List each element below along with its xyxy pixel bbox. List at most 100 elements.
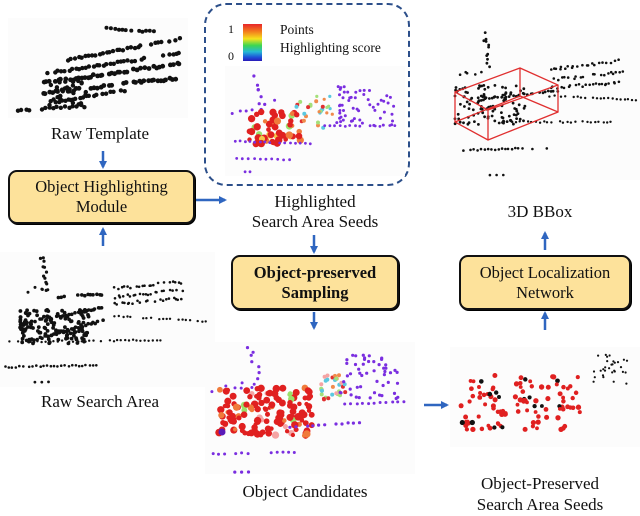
- template-point: [123, 80, 129, 85]
- search-point: [122, 285, 126, 288]
- search-point: [45, 364, 49, 367]
- search-point: [124, 338, 127, 342]
- candidate-point-high: [287, 399, 293, 406]
- preserved-seed-point: [479, 426, 485, 432]
- seed-point-low: [268, 141, 272, 144]
- search-point: [82, 333, 87, 337]
- candidate-point-low: [240, 381, 244, 385]
- candidate-point-low: [345, 358, 349, 362]
- candidate-point-low: [252, 382, 256, 386]
- bbox-point: [477, 87, 480, 90]
- search-point: [18, 364, 21, 368]
- search-point: [56, 365, 59, 368]
- preserved-seed-point: [536, 414, 541, 419]
- bbox-point: [566, 65, 569, 68]
- bbox-point: [488, 97, 491, 100]
- candidate-point-high: [226, 409, 233, 416]
- preserved-seed-point: [483, 402, 488, 407]
- seed-point-mid: [298, 99, 303, 104]
- seed-point-low: [259, 157, 262, 161]
- preserved-seed-point: [575, 375, 580, 380]
- candidate-point-high: [272, 384, 281, 393]
- bbox-point: [465, 71, 469, 75]
- module-line2: Module: [75, 197, 128, 216]
- search-point: [49, 316, 53, 321]
- search-point: [156, 281, 160, 285]
- search-point: [27, 365, 31, 369]
- bbox-point: [500, 116, 504, 119]
- template-point: [129, 28, 134, 33]
- candidate-point-low: [368, 396, 372, 400]
- bbox-point: [483, 115, 486, 119]
- bbox-point: [458, 120, 462, 124]
- bbox-points: [453, 31, 638, 177]
- search-point: [44, 308, 49, 313]
- search-point: [165, 317, 168, 321]
- preserved-seed-point: [495, 421, 500, 426]
- preserved-seed-point: [492, 425, 497, 430]
- candidate-point-low: [317, 423, 321, 427]
- preserved-seed-point: [500, 425, 505, 430]
- bbox-point: [586, 120, 589, 124]
- template-point: [93, 53, 98, 58]
- template-point: [124, 69, 130, 75]
- preserved-seed-point: [539, 404, 544, 408]
- bbox-point: [559, 67, 562, 71]
- candidate-point-low: [349, 393, 353, 397]
- candidate-point-low: [377, 363, 381, 367]
- preserved-seed-point: [500, 408, 506, 414]
- bbox-point: [507, 114, 511, 118]
- seed-point-low: [342, 85, 346, 89]
- candidate-point-mid: [330, 384, 335, 389]
- search-point: [60, 308, 64, 313]
- bbox-point: [511, 120, 514, 124]
- search-point: [133, 293, 137, 297]
- bbox-point: [574, 83, 578, 87]
- candidate-point-high: [257, 384, 265, 392]
- bbox-point: [531, 147, 534, 151]
- seed-point-low: [270, 157, 274, 161]
- legend-colorbar: [243, 24, 262, 61]
- seed-point-low: [343, 114, 347, 118]
- seed-point-low: [256, 88, 260, 92]
- bbox-point: [566, 120, 569, 124]
- candidate-point-low: [257, 365, 261, 369]
- background-seed-point: [625, 382, 628, 385]
- raw-search-area-pointcloud: [0, 252, 215, 387]
- object-localization-network-module: Object Localization Network: [459, 255, 631, 310]
- candidate-point-high: [232, 427, 238, 432]
- bbox-point: [554, 67, 558, 71]
- candidate-point-low: [250, 360, 254, 364]
- candidate-point-high: [306, 408, 312, 413]
- search-point: [118, 296, 122, 299]
- bbox-point: [559, 95, 563, 98]
- seed-point-low: [328, 124, 332, 128]
- search-point: [83, 293, 87, 298]
- bbox-point: [480, 70, 483, 74]
- candidate-point-low: [384, 363, 388, 367]
- template-point: [101, 83, 107, 88]
- background-seed-point: [597, 354, 600, 357]
- highlighted-seeds-pointcloud: [225, 66, 405, 176]
- candidate-point-low: [217, 452, 220, 456]
- search-point: [49, 320, 54, 325]
- search-point: [29, 340, 32, 343]
- preserved-seed-point: [467, 399, 472, 404]
- search-point: [115, 338, 119, 342]
- bbox-point: [469, 148, 472, 152]
- preserved-seed-point: [476, 414, 481, 419]
- seed-point-low: [368, 124, 372, 128]
- template-point: [142, 65, 148, 71]
- bbox-point: [526, 120, 530, 123]
- candidate-point-low: [357, 367, 361, 371]
- seed-point-mid: [330, 112, 334, 116]
- bbox-point: [613, 81, 616, 85]
- bbox-point: [559, 65, 563, 69]
- template-point: [118, 88, 124, 93]
- bbox-point: [516, 112, 520, 115]
- bbox-point: [564, 95, 567, 98]
- template-point: [132, 58, 138, 64]
- bbox-point: [584, 83, 587, 86]
- search-point: [39, 365, 42, 368]
- candidate-point-high: [255, 419, 261, 425]
